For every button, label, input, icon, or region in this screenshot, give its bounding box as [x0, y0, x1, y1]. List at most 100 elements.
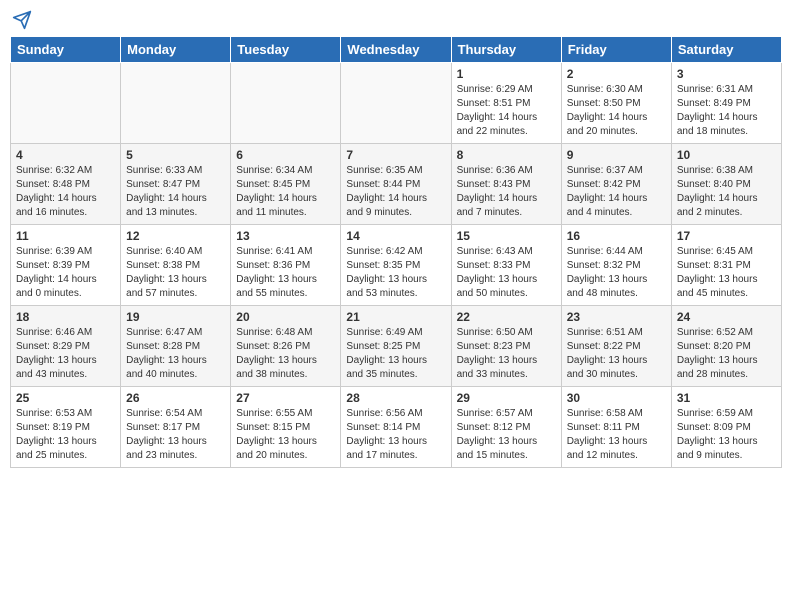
day-info: Sunrise: 6:44 AMSunset: 8:32 PMDaylight:…: [567, 245, 666, 301]
logo-bird-icon: [12, 10, 32, 30]
day-info: Sunrise: 6:42 AMSunset: 8:35 PMDaylight:…: [346, 245, 445, 301]
calendar-cell: 16 Sunrise: 6:44 AMSunset: 8:32 PMDayligh…: [561, 225, 671, 306]
day-number: 25: [16, 391, 115, 405]
day-info: Sunrise: 6:48 AMSunset: 8:26 PMDaylight:…: [236, 326, 335, 382]
day-number: 29: [457, 391, 556, 405]
calendar-cell: 15 Sunrise: 6:43 AMSunset: 8:33 PMDayligh…: [451, 225, 561, 306]
day-info: Sunrise: 6:59 AMSunset: 8:09 PMDaylight:…: [677, 407, 776, 463]
calendar-cell: [231, 63, 341, 144]
day-number: 31: [677, 391, 776, 405]
calendar-cell: [11, 63, 121, 144]
day-info: Sunrise: 6:58 AMSunset: 8:11 PMDaylight:…: [567, 407, 666, 463]
day-info: Sunrise: 6:57 AMSunset: 8:12 PMDaylight:…: [457, 407, 556, 463]
day-number: 18: [16, 310, 115, 324]
calendar-cell: 29 Sunrise: 6:57 AMSunset: 8:12 PMDayligh…: [451, 387, 561, 468]
logo: [10, 10, 32, 28]
day-number: 15: [457, 229, 556, 243]
calendar-body: 1 Sunrise: 6:29 AMSunset: 8:51 PMDaylight…: [11, 63, 782, 468]
day-info: Sunrise: 6:43 AMSunset: 8:33 PMDaylight:…: [457, 245, 556, 301]
day-number: 7: [346, 148, 445, 162]
calendar-cell: 19 Sunrise: 6:47 AMSunset: 8:28 PMDayligh…: [121, 306, 231, 387]
day-number: 3: [677, 67, 776, 81]
calendar-cell: 20 Sunrise: 6:48 AMSunset: 8:26 PMDayligh…: [231, 306, 341, 387]
calendar-cell: 3 Sunrise: 6:31 AMSunset: 8:49 PMDaylight…: [671, 63, 781, 144]
calendar-cell: 27 Sunrise: 6:55 AMSunset: 8:15 PMDayligh…: [231, 387, 341, 468]
day-info: Sunrise: 6:35 AMSunset: 8:44 PMDaylight:…: [346, 164, 445, 220]
day-info: Sunrise: 6:55 AMSunset: 8:15 PMDaylight:…: [236, 407, 335, 463]
calendar-cell: 8 Sunrise: 6:36 AMSunset: 8:43 PMDaylight…: [451, 144, 561, 225]
weekday-header-friday: Friday: [561, 37, 671, 63]
day-number: 28: [346, 391, 445, 405]
day-info: Sunrise: 6:52 AMSunset: 8:20 PMDaylight:…: [677, 326, 776, 382]
day-number: 10: [677, 148, 776, 162]
day-number: 22: [457, 310, 556, 324]
calendar-cell: 2 Sunrise: 6:30 AMSunset: 8:50 PMDaylight…: [561, 63, 671, 144]
weekday-header-sunday: Sunday: [11, 37, 121, 63]
weekday-header-row: SundayMondayTuesdayWednesdayThursdayFrid…: [11, 37, 782, 63]
day-info: Sunrise: 6:31 AMSunset: 8:49 PMDaylight:…: [677, 83, 776, 139]
day-number: 8: [457, 148, 556, 162]
day-info: Sunrise: 6:29 AMSunset: 8:51 PMDaylight:…: [457, 83, 556, 139]
calendar-week-1: 1 Sunrise: 6:29 AMSunset: 8:51 PMDaylight…: [11, 63, 782, 144]
calendar-cell: 11Sunrise: 6:39 AMSunset: 8:39 PMDayligh…: [11, 225, 121, 306]
day-info: Sunrise: 6:33 AMSunset: 8:47 PMDaylight:…: [126, 164, 225, 220]
day-info: Sunrise: 6:49 AMSunset: 8:25 PMDaylight:…: [346, 326, 445, 382]
day-number: 16: [567, 229, 666, 243]
day-info: Sunrise: 6:38 AMSunset: 8:40 PMDaylight:…: [677, 164, 776, 220]
day-number: 21: [346, 310, 445, 324]
calendar-cell: 22 Sunrise: 6:50 AMSunset: 8:23 PMDayligh…: [451, 306, 561, 387]
day-number: 11: [16, 229, 115, 243]
weekday-header-saturday: Saturday: [671, 37, 781, 63]
day-info: Sunrise: 6:30 AMSunset: 8:50 PMDaylight:…: [567, 83, 666, 139]
day-number: 27: [236, 391, 335, 405]
calendar-week-4: 18 Sunrise: 6:46 AMSunset: 8:29 PMDayligh…: [11, 306, 782, 387]
calendar-table: SundayMondayTuesdayWednesdayThursdayFrid…: [10, 36, 782, 468]
calendar-cell: 6Sunrise: 6:34 AMSunset: 8:45 PMDaylight…: [231, 144, 341, 225]
calendar-cell: 5 Sunrise: 6:33 AMSunset: 8:47 PMDaylight…: [121, 144, 231, 225]
day-info: Sunrise: 6:50 AMSunset: 8:23 PMDaylight:…: [457, 326, 556, 382]
calendar-week-2: 4Sunrise: 6:32 AMSunset: 8:48 PMDaylight…: [11, 144, 782, 225]
day-info: Sunrise: 6:51 AMSunset: 8:22 PMDaylight:…: [567, 326, 666, 382]
day-number: 1: [457, 67, 556, 81]
calendar-cell: 13 Sunrise: 6:41 AMSunset: 8:36 PMDayligh…: [231, 225, 341, 306]
calendar-cell: 1 Sunrise: 6:29 AMSunset: 8:51 PMDaylight…: [451, 63, 561, 144]
day-number: 23: [567, 310, 666, 324]
calendar-cell: 17 Sunrise: 6:45 AMSunset: 8:31 PMDayligh…: [671, 225, 781, 306]
day-number: 17: [677, 229, 776, 243]
calendar-header: SundayMondayTuesdayWednesdayThursdayFrid…: [11, 37, 782, 63]
calendar-cell: [341, 63, 451, 144]
calendar-cell: 10 Sunrise: 6:38 AMSunset: 8:40 PMDayligh…: [671, 144, 781, 225]
weekday-header-tuesday: Tuesday: [231, 37, 341, 63]
day-info: Sunrise: 6:45 AMSunset: 8:31 PMDaylight:…: [677, 245, 776, 301]
day-number: 2: [567, 67, 666, 81]
day-info: Sunrise: 6:47 AMSunset: 8:28 PMDaylight:…: [126, 326, 225, 382]
day-number: 4: [16, 148, 115, 162]
calendar-cell: [121, 63, 231, 144]
calendar-cell: 14 Sunrise: 6:42 AMSunset: 8:35 PMDayligh…: [341, 225, 451, 306]
day-number: 12: [126, 229, 225, 243]
day-number: 13: [236, 229, 335, 243]
page-header: [10, 10, 782, 28]
day-info: Sunrise: 6:54 AMSunset: 8:17 PMDaylight:…: [126, 407, 225, 463]
day-info: Sunrise: 6:41 AMSunset: 8:36 PMDaylight:…: [236, 245, 335, 301]
day-info: Sunrise: 6:56 AMSunset: 8:14 PMDaylight:…: [346, 407, 445, 463]
day-info: Sunrise: 6:46 AMSunset: 8:29 PMDaylight:…: [16, 326, 115, 382]
day-number: 14: [346, 229, 445, 243]
calendar-cell: 24Sunrise: 6:52 AMSunset: 8:20 PMDayligh…: [671, 306, 781, 387]
calendar-cell: 9Sunrise: 6:37 AMSunset: 8:42 PMDaylight…: [561, 144, 671, 225]
day-number: 19: [126, 310, 225, 324]
day-number: 6: [236, 148, 335, 162]
day-info: Sunrise: 6:53 AMSunset: 8:19 PMDaylight:…: [16, 407, 115, 463]
calendar-cell: 18 Sunrise: 6:46 AMSunset: 8:29 PMDayligh…: [11, 306, 121, 387]
day-number: 30: [567, 391, 666, 405]
day-number: 5: [126, 148, 225, 162]
day-number: 20: [236, 310, 335, 324]
calendar-cell: 4Sunrise: 6:32 AMSunset: 8:48 PMDaylight…: [11, 144, 121, 225]
calendar-cell: 21 Sunrise: 6:49 AMSunset: 8:25 PMDayligh…: [341, 306, 451, 387]
day-number: 9: [567, 148, 666, 162]
day-info: Sunrise: 6:36 AMSunset: 8:43 PMDaylight:…: [457, 164, 556, 220]
calendar-cell: 23 Sunrise: 6:51 AMSunset: 8:22 PMDayligh…: [561, 306, 671, 387]
calendar-cell: 31 Sunrise: 6:59 AMSunset: 8:09 PMDayligh…: [671, 387, 781, 468]
day-info: Sunrise: 6:40 AMSunset: 8:38 PMDaylight:…: [126, 245, 225, 301]
weekday-header-thursday: Thursday: [451, 37, 561, 63]
